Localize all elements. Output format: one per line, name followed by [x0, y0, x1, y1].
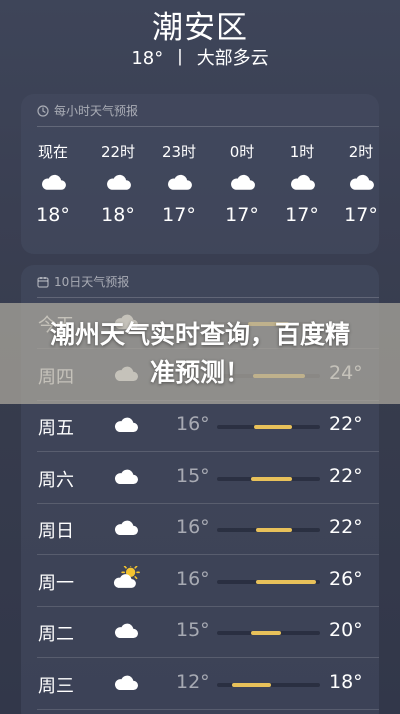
hour-label: 22时	[100, 143, 136, 161]
hourly-header: 每小时天气预报	[54, 104, 139, 118]
low-temp: 15°	[176, 464, 210, 487]
daily-header: 10日天气预报	[54, 275, 130, 289]
hourly-item: 23时 17°	[154, 142, 204, 226]
current-temp: 18°	[131, 48, 164, 69]
day-name: 周三	[38, 675, 74, 697]
banner-text: 潮州天气实时查询，百度精准预测！	[49, 319, 350, 387]
hour-label: 0时	[229, 143, 255, 161]
hourly-item: 22时 18°	[93, 142, 143, 226]
daily-row[interactable]: 周日 16° 22°	[21, 504, 379, 555]
temp-range-bar	[217, 579, 320, 584]
hour-temp: 18°	[36, 204, 70, 226]
temp-range-bar	[217, 682, 320, 687]
cloud-icon	[154, 172, 204, 195]
hourly-item: 现在 18°	[28, 142, 78, 226]
cloud-icon	[113, 673, 139, 695]
high-temp: 22°	[329, 516, 363, 538]
divider	[37, 126, 379, 127]
high-temp: 18°	[329, 670, 363, 693]
low-temp: 16°	[176, 516, 210, 538]
temp-range-fill	[232, 682, 271, 687]
location-title: 潮安区	[152, 10, 248, 46]
promo-banner[interactable]: 潮州天气实时查询，百度精准预测！	[0, 303, 400, 404]
daily-row[interactable]: 周三 12° 18°	[21, 659, 379, 710]
hour-temp: 17°	[225, 204, 259, 226]
low-temp: 16°	[176, 413, 210, 435]
day-name: 周五	[38, 418, 74, 439]
daily-row[interactable]: 周六 15° 22°	[21, 453, 379, 504]
cloud-icon	[277, 172, 327, 195]
low-temp: 15°	[176, 619, 210, 641]
temp-range-bar	[217, 631, 320, 635]
daily-row[interactable]: 周五 16° 22°	[21, 401, 379, 452]
cloud-icon	[217, 172, 267, 195]
high-temp: 22°	[329, 464, 363, 487]
calendar-icon	[37, 276, 49, 288]
current-conditions: 18° 丨 大部多云	[0, 44, 400, 70]
hour-temp: 17°	[344, 204, 378, 226]
cloud-icon	[28, 172, 78, 195]
cloud-icon	[336, 172, 386, 195]
sun-cloud-icon	[113, 562, 142, 593]
day-name: 周日	[38, 521, 74, 542]
hour-temp: 18°	[101, 204, 135, 226]
cloud-icon	[93, 172, 143, 195]
temp-range-bar	[217, 476, 320, 481]
temp-range-fill	[250, 631, 281, 635]
low-temp: 16°	[176, 567, 210, 590]
high-temp: 20°	[329, 619, 363, 641]
day-name: 周六	[38, 469, 74, 491]
temp-range-bar	[217, 425, 320, 429]
cloud-icon	[113, 415, 139, 437]
hourly-item: 2时 17°	[336, 142, 386, 226]
daily-row[interactable]: 周一 16° 26°	[21, 556, 379, 607]
cloud-icon	[113, 518, 139, 540]
temp-range-fill	[254, 425, 293, 429]
low-temp: 12°	[176, 670, 210, 693]
temp-range-fill	[256, 528, 293, 532]
hourly-item: 1时 17°	[277, 142, 327, 226]
temp-range-bar	[217, 528, 320, 532]
day-name: 周二	[38, 624, 74, 645]
hour-label: 23时	[161, 143, 197, 161]
hourly-forecast-card[interactable]: 每小时天气预报 现在 18° 22时 18° 23时 17° 0时 17° 1时 17° 2时 17°	[21, 94, 379, 254]
day-name: 周一	[38, 572, 74, 594]
daily-row[interactable]: 周二 15° 20°	[21, 607, 379, 658]
hourly-list[interactable]: 现在 18° 22时 18° 23时 17° 0时 17° 1时 17° 2时 17°	[21, 142, 379, 242]
hour-label: 2时	[348, 143, 374, 161]
clock-icon	[37, 104, 49, 117]
high-temp: 22°	[329, 413, 363, 435]
separator: 丨	[170, 48, 189, 69]
current-condition: 大部多云	[196, 48, 269, 69]
high-temp: 26°	[329, 567, 363, 590]
hourly-item: 0时 17°	[217, 142, 267, 226]
temp-range-fill	[256, 579, 316, 584]
hour-label: 现在	[37, 143, 68, 161]
temp-range-fill	[250, 476, 293, 481]
cloud-icon	[113, 467, 139, 489]
hour-label: 1时	[289, 143, 315, 161]
hour-temp: 17°	[162, 204, 196, 226]
hour-temp: 17°	[285, 204, 319, 226]
divider	[37, 708, 379, 710]
cloud-icon	[113, 621, 139, 643]
